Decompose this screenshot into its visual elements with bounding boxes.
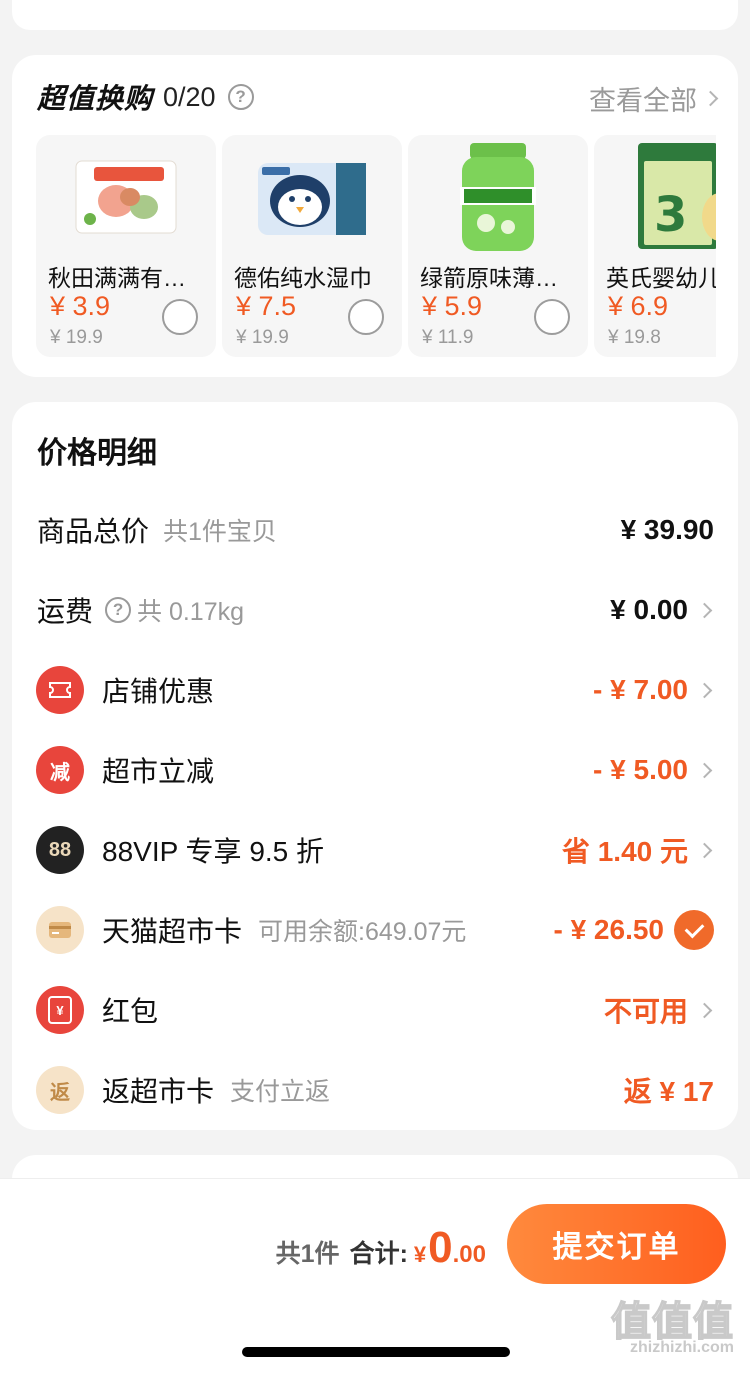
price-detail-card: 价格明细 商品总价 共1件宝贝 ¥ 39.90 运费 ? 共 0.17kg ¥ …: [12, 402, 738, 1130]
exchange-item[interactable]: 秋田满满有机婴幼儿混合细粥 ¥ 3.9 ¥ 19.9: [36, 135, 216, 357]
shipping-weight: 共 0.17kg: [137, 598, 245, 626]
market-card-value: - ¥ 26.50: [553, 914, 664, 945]
product-name: 英氏婴幼儿米饼: [606, 265, 716, 291]
product-original-price: ¥ 19.8: [608, 327, 661, 348]
chevron-right-icon: [696, 602, 713, 618]
select-radio[interactable]: [162, 299, 198, 335]
watermark-logo: 值值值 zhizhizhi.com: [598, 1289, 738, 1356]
shipping-value: ¥ 0.00: [610, 594, 688, 625]
coupon-icon: [36, 666, 84, 714]
product-original-price: ¥ 19.9: [50, 327, 103, 348]
exchange-count: 0/20: [163, 81, 216, 112]
market-card-balance: 可用余额:649.07元: [258, 918, 467, 946]
goods-count: 共1件宝贝: [163, 518, 277, 546]
market-card-row[interactable]: 天猫超市卡 可用余额:649.07元 - ¥ 26.50: [12, 900, 738, 960]
exchange-title: 超值换购: [37, 83, 154, 114]
market-discount-label: 超市立减: [102, 756, 215, 787]
vip-discount-label: 88VIP 专享 9.5 折: [102, 836, 325, 867]
checked-icon[interactable]: [674, 910, 714, 950]
view-all-link[interactable]: 查看全部: [589, 79, 719, 118]
chevron-right-icon: [696, 1002, 713, 1018]
rebate-note: 支付立返: [230, 1078, 331, 1106]
red-packet-value: 不可用: [603, 996, 688, 1027]
product-image-rice-cracker: 3: [638, 143, 716, 249]
rebate-icon: 返: [36, 1066, 84, 1114]
home-indicator[interactable]: [242, 1347, 510, 1357]
product-price: ¥ 3.9: [50, 291, 111, 321]
chevron-right-icon: [696, 842, 713, 858]
checkout-bar: 共1件 合计: ¥ 0 .00 提交订单 值值值 zhizhizhi.com: [0, 1178, 750, 1374]
item-count: 共1件: [275, 1240, 340, 1268]
exchange-item[interactable]: 3 英氏婴幼儿米饼 ¥ 6.9 ¥ 19.8: [594, 135, 716, 357]
help-icon[interactable]: ?: [227, 84, 254, 110]
shop-discount-label: 店铺优惠: [102, 676, 215, 707]
market-discount-value: - ¥ 5.00: [593, 754, 688, 785]
exchange-item[interactable]: 绿箭原味薄荷糖 ¥ 5.9 ¥ 11.9: [408, 135, 588, 357]
chevron-right-icon: [696, 682, 713, 698]
price-detail-title: 价格明细: [37, 437, 157, 470]
product-image-wet-wipes: [258, 163, 366, 235]
vip-discount-value: 省 1.40 元: [561, 836, 688, 867]
red-packet-icon: ¥: [36, 986, 84, 1034]
chevron-right-icon: [696, 762, 713, 778]
product-original-price: ¥ 19.9: [236, 327, 289, 348]
product-image-mint-candy: [460, 143, 536, 251]
exchange-header: 超值换购 0/20 ?: [37, 77, 254, 117]
product-original-price: ¥ 11.9: [422, 327, 474, 348]
shipping-row[interactable]: 运费 ? 共 0.17kg ¥ 0.00: [12, 580, 738, 640]
previous-card-edge: [12, 0, 738, 30]
submit-order-button[interactable]: 提交订单: [507, 1204, 726, 1284]
market-discount-row[interactable]: 减 超市立减 - ¥ 5.00: [12, 740, 738, 800]
order-total: 共1件 合计: ¥ 0 .00: [276, 1223, 486, 1273]
rebate-row: 返 返超市卡 支付立返 返 ¥ 17: [12, 1060, 738, 1120]
chevron-right-icon: [702, 90, 719, 107]
select-radio[interactable]: [348, 299, 384, 335]
product-name: 秋田满满有机婴幼儿混合细粥: [48, 265, 202, 291]
shipping-label: 运费: [37, 596, 94, 627]
exchange-card: 超值换购 0/20 ? 查看全部 秋田满满有机婴幼儿混合细粥 ¥ 3.9 ¥ 1…: [12, 55, 738, 377]
total-integer: 0: [428, 1223, 453, 1272]
goods-total-label: 商品总价: [37, 516, 150, 547]
red-packet-glyph: ¥: [48, 996, 72, 1024]
view-all-label: 查看全部: [589, 86, 697, 116]
goods-total-value: ¥ 39.90: [620, 514, 714, 545]
watermark-domain: zhizhizhi.com: [630, 1339, 734, 1356]
red-packet-row[interactable]: ¥ 红包 不可用: [12, 980, 738, 1040]
product-image-rice-congee: [75, 160, 177, 234]
total-currency: ¥: [413, 1242, 427, 1267]
red-packet-label: 红包: [102, 996, 159, 1027]
product-name: 绿箭原味薄荷糖: [420, 265, 574, 291]
product-price: ¥ 6.9: [608, 291, 669, 321]
product-name: 德佑纯水湿巾: [234, 265, 372, 291]
help-icon[interactable]: ?: [105, 597, 132, 623]
rebate-label: 返超市卡: [102, 1076, 215, 1107]
product-price: ¥ 7.5: [236, 291, 297, 321]
goods-total-row: 商品总价 共1件宝贝 ¥ 39.90: [12, 500, 738, 560]
select-radio[interactable]: [534, 299, 570, 335]
vip-88-icon: 88: [36, 826, 84, 874]
shop-discount-row[interactable]: 店铺优惠 - ¥ 7.00: [12, 660, 738, 720]
total-label: 合计:: [349, 1240, 408, 1268]
product-price: ¥ 5.9: [422, 291, 483, 321]
card-icon: [36, 906, 84, 954]
exchange-list: 秋田满满有机婴幼儿混合细粥 ¥ 3.9 ¥ 19.9 德佑纯水湿巾 ¥ 7.5 …: [36, 135, 716, 359]
vip-discount-row[interactable]: 88 88VIP 专享 9.5 折 省 1.40 元: [12, 820, 738, 880]
exchange-item[interactable]: 德佑纯水湿巾 ¥ 7.5 ¥ 19.9: [222, 135, 402, 357]
shop-discount-value: - ¥ 7.00: [593, 674, 688, 705]
total-decimal: .00: [452, 1241, 486, 1268]
reduce-icon: 减: [36, 746, 84, 794]
market-card-label: 天猫超市卡: [102, 916, 243, 947]
rebate-value: 返 ¥ 17: [623, 1076, 714, 1107]
svg-text:3: 3: [654, 187, 687, 243]
